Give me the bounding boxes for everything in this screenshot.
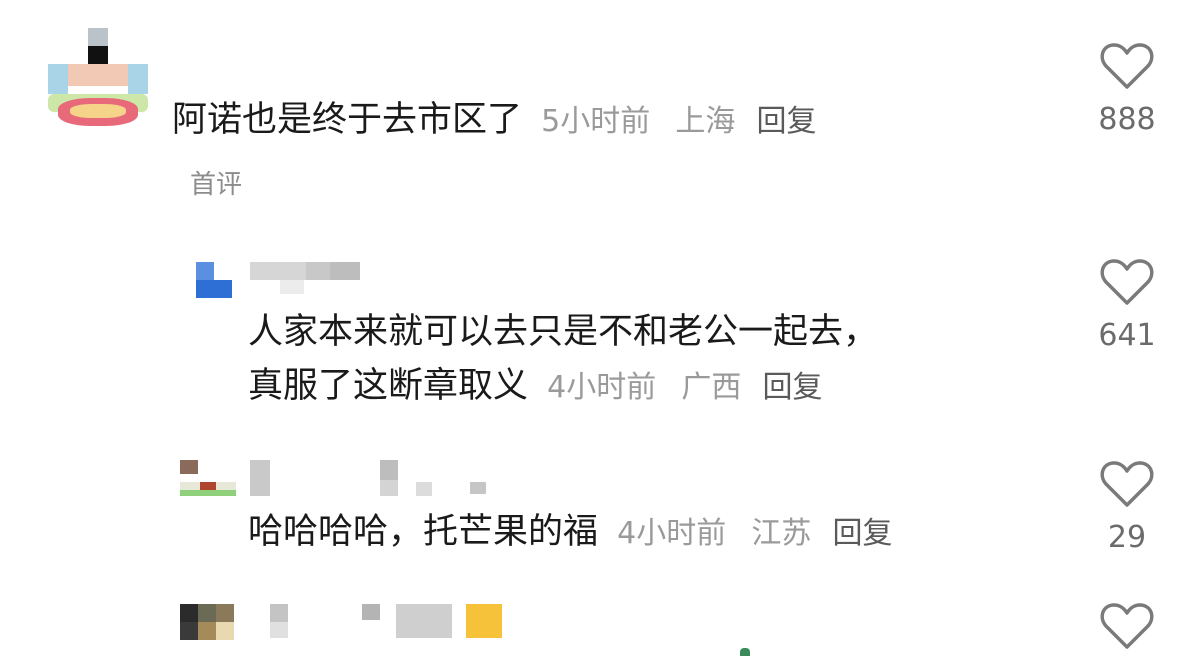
heart-outline-icon bbox=[1100, 603, 1154, 649]
like-button[interactable] bbox=[1082, 602, 1172, 650]
comment-location: 江苏 bbox=[751, 516, 812, 551]
comment-location: 广西 bbox=[681, 370, 742, 405]
comment-body-line-2: 真服了这断章取义 4小时前 广西 回复 bbox=[248, 360, 823, 414]
avatar[interactable] bbox=[48, 28, 148, 128]
comment-text: 阿诺也是终于去市区了 bbox=[172, 100, 523, 140]
username-blurred[interactable] bbox=[250, 262, 362, 296]
comment-text-line-1: 人家本来就可以去只是不和老公一起去， bbox=[248, 312, 879, 352]
heart-outline-icon bbox=[1100, 461, 1154, 507]
like-count: 888 bbox=[1098, 102, 1156, 137]
username-blurred[interactable] bbox=[270, 604, 510, 640]
like-button[interactable]: 888 bbox=[1082, 42, 1172, 137]
like-button[interactable]: 29 bbox=[1082, 460, 1172, 555]
first-comment-tag: 首评 bbox=[190, 170, 243, 200]
emoji-fragment bbox=[740, 648, 750, 656]
avatar[interactable] bbox=[196, 262, 236, 298]
like-count: 29 bbox=[1107, 520, 1147, 555]
comment-body: 阿诺也是终于去市区了 5小时前 上海 回复 bbox=[172, 94, 817, 148]
reply-button[interactable]: 回复 bbox=[763, 370, 823, 405]
like-button[interactable]: 641 bbox=[1082, 258, 1172, 353]
comment-body: 哈哈哈哈，托芒果的福 4小时前 江苏 回复 bbox=[248, 506, 893, 560]
like-count: 641 bbox=[1098, 318, 1156, 353]
comment-time: 4小时前 bbox=[547, 370, 657, 405]
comment-location: 上海 bbox=[675, 104, 736, 139]
reply-button[interactable]: 回复 bbox=[833, 516, 893, 551]
comment-text: 哈哈哈哈，托芒果的福 bbox=[248, 512, 599, 552]
comment-time: 5小时前 bbox=[541, 104, 651, 139]
comment-body-line-1: 人家本来就可以去只是不和老公一起去， bbox=[248, 306, 878, 358]
username-blurred[interactable] bbox=[250, 460, 490, 496]
comment-text-line-2: 真服了这断章取义 bbox=[248, 366, 529, 406]
reply-button[interactable]: 回复 bbox=[757, 104, 817, 139]
heart-outline-icon bbox=[1100, 43, 1154, 89]
avatar[interactable] bbox=[180, 604, 236, 644]
avatar[interactable] bbox=[180, 460, 236, 504]
heart-outline-icon bbox=[1100, 259, 1154, 305]
comment-time: 4小时前 bbox=[617, 516, 727, 551]
